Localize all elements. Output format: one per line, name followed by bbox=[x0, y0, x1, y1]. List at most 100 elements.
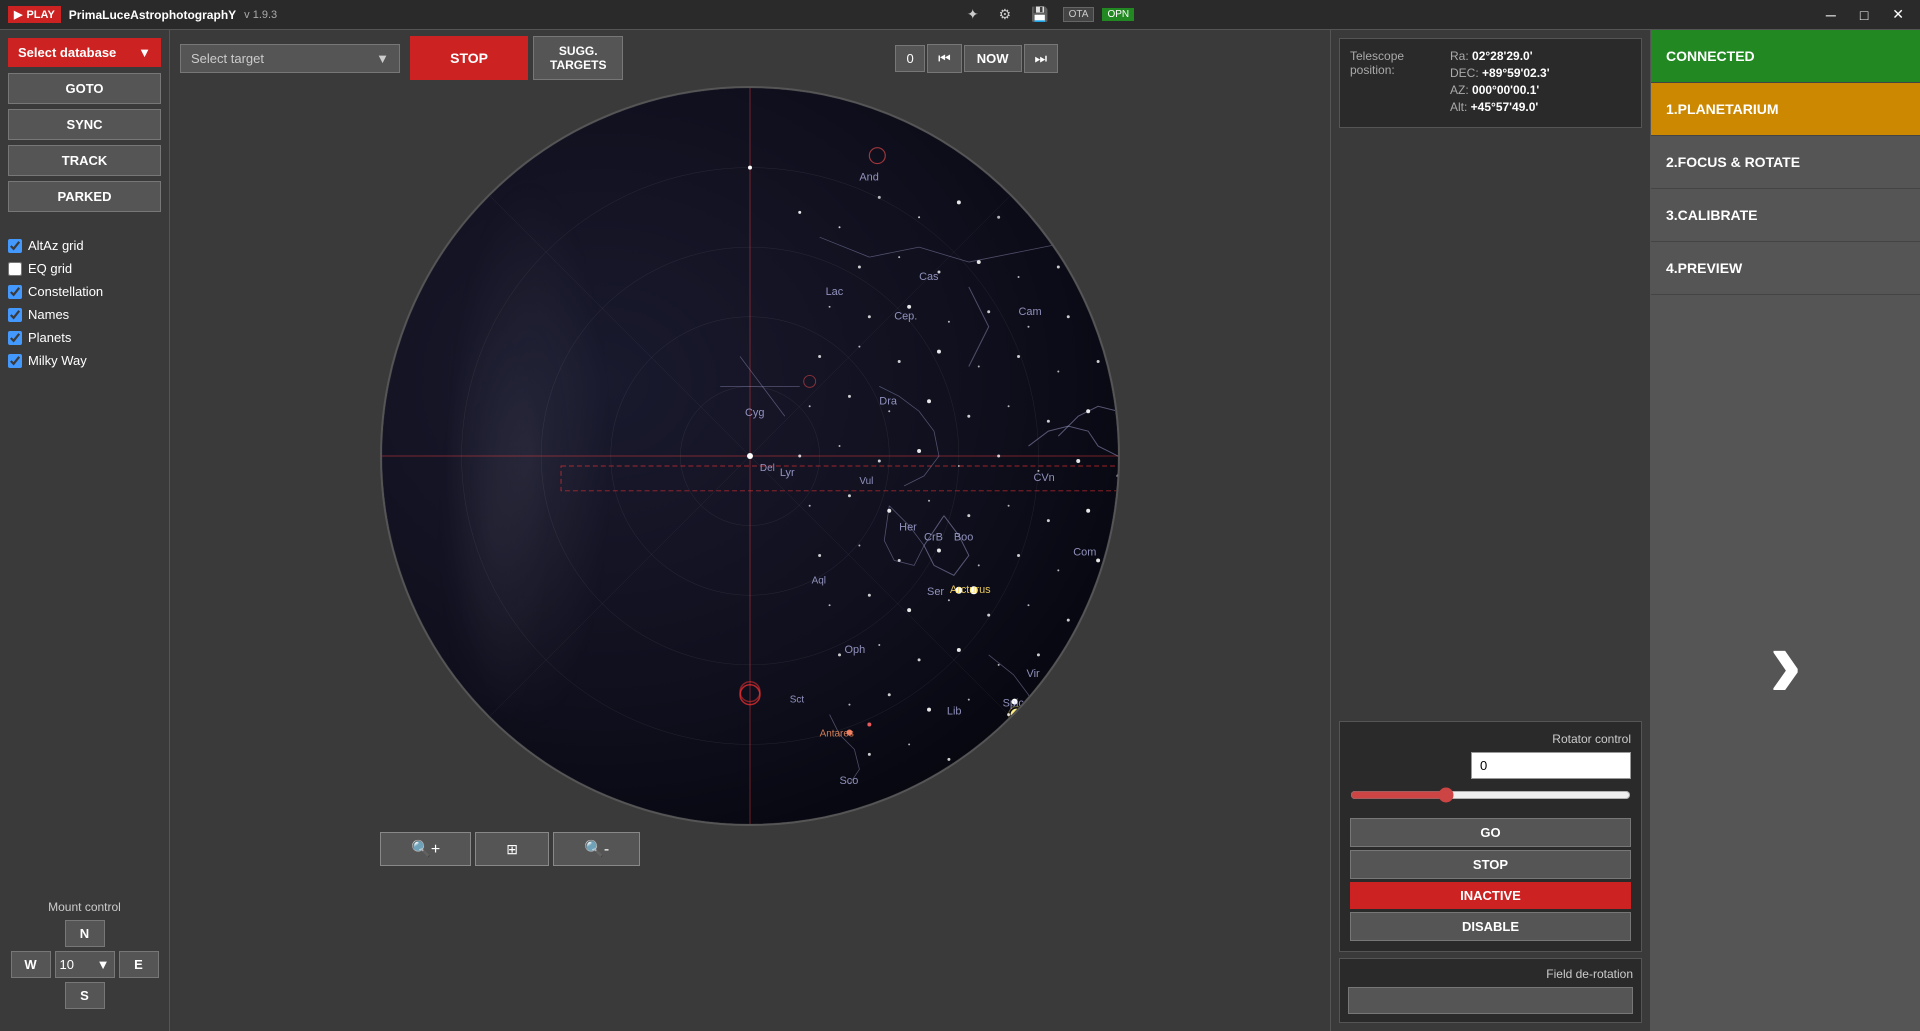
field-derotation: Field de-rotation 0°/sec bbox=[1339, 958, 1642, 1023]
parked-button[interactable]: PARKED bbox=[8, 181, 161, 212]
minimize-btn[interactable]: ─ bbox=[1818, 5, 1844, 25]
settings-icon-btn[interactable]: ⚙ bbox=[993, 4, 1018, 25]
svg-text:Sun: Sun bbox=[1116, 651, 1118, 663]
east-button[interactable]: E bbox=[119, 951, 159, 978]
focus-rotate-button[interactable]: 2.FOCUS & ROTATE bbox=[1651, 136, 1920, 189]
app-version: v 1.9.3 bbox=[244, 9, 277, 21]
alt-row: Alt: +45°57'49.0' bbox=[1450, 100, 1550, 114]
stop-button[interactable]: STOP bbox=[410, 36, 528, 80]
eq-grid-option[interactable]: EQ grid bbox=[8, 261, 161, 276]
svg-text:Venus: Venus bbox=[1004, 724, 1032, 735]
svg-text:Her: Her bbox=[899, 522, 917, 534]
rotator-inactive-button[interactable]: INACTIVE bbox=[1350, 882, 1631, 909]
speed-dropdown-icon[interactable]: ▼ bbox=[97, 957, 110, 972]
connected-button[interactable]: CONNECTED bbox=[1651, 30, 1920, 83]
svg-text:Lup: Lup bbox=[927, 785, 945, 797]
rotator-stop-button[interactable]: STOP bbox=[1350, 850, 1631, 879]
altaz-grid-checkbox[interactable] bbox=[8, 239, 22, 253]
svg-text:Cas: Cas bbox=[919, 271, 939, 283]
zoom-out-button[interactable]: 🔍- bbox=[553, 832, 640, 866]
planetarium-button[interactable]: 1.PLANETARIUM bbox=[1651, 83, 1920, 136]
sync-button[interactable]: SYNC bbox=[8, 109, 161, 140]
az-label: AZ: bbox=[1450, 83, 1472, 97]
action-buttons: GOTO SYNC TRACK PARKED bbox=[8, 73, 161, 212]
ota-badge: OTA bbox=[1063, 7, 1095, 22]
dropdown-arrow-icon: ▼ bbox=[138, 45, 151, 60]
select-database-label: Select database bbox=[18, 45, 116, 60]
main-layout: Select database ▼ GOTO SYNC TRACK PARKED… bbox=[0, 30, 1920, 1031]
maximize-btn[interactable]: □ bbox=[1852, 5, 1876, 25]
time-now-button[interactable]: NOW bbox=[964, 45, 1022, 72]
app-name: PrimaLuceAstrophotographY bbox=[69, 8, 236, 22]
planets-option[interactable]: Planets bbox=[8, 330, 161, 345]
ra-label: Ra: bbox=[1450, 49, 1472, 63]
goto-button[interactable]: GOTO bbox=[8, 73, 161, 104]
zoom-in-button[interactable]: 🔍+ bbox=[380, 832, 471, 866]
rotator-slider[interactable] bbox=[1350, 787, 1631, 803]
time-controls: 0 ⏮ NOW ⏭ bbox=[895, 44, 1058, 73]
svg-text:Aql: Aql bbox=[812, 575, 826, 586]
dec-row: DEC: +89°59'02.3' bbox=[1450, 66, 1550, 80]
west-button[interactable]: W bbox=[11, 951, 51, 978]
south-button[interactable]: S bbox=[65, 982, 105, 1009]
mount-control-title: Mount control bbox=[8, 900, 161, 914]
svg-text:And: And bbox=[859, 171, 878, 183]
rotator-control-title: Rotator control bbox=[1350, 732, 1631, 746]
field-derotation-value[interactable]: 0°/sec bbox=[1348, 987, 1633, 1014]
svg-text:Spica: Spica bbox=[1003, 698, 1031, 710]
svg-text:Boo: Boo bbox=[954, 532, 973, 544]
telescope-position-label: Telescopeposition: bbox=[1350, 49, 1450, 114]
telescope-position: Telescopeposition: Ra: 02°28'29.0' DEC: … bbox=[1339, 38, 1642, 128]
right-info-panel: Telescopeposition: Ra: 02°28'29.0' DEC: … bbox=[1330, 30, 1650, 1031]
target-selector[interactable]: Select target ▼ bbox=[180, 44, 400, 73]
names-option[interactable]: Names bbox=[8, 307, 161, 322]
close-btn[interactable]: ✕ bbox=[1884, 4, 1912, 25]
alt-label: Alt: bbox=[1450, 100, 1471, 114]
time-rewind-button[interactable]: ⏮ bbox=[927, 44, 962, 73]
milkyway-label: Milky Way bbox=[28, 353, 87, 368]
svg-text:Cam: Cam bbox=[1019, 306, 1042, 318]
quick-actions: STOP SUGG. TARGETS bbox=[410, 36, 623, 80]
mount-control: Mount control N W 10 ▼ E S bbox=[8, 900, 161, 1023]
rotator-control: Rotator control 0 GO STOP INACTIVE DISAB… bbox=[1339, 721, 1642, 952]
starmap-container[interactable]: And Per Aur Capella Cas Cam Cep. Lac Lyr… bbox=[380, 86, 1120, 826]
constellation-checkbox[interactable] bbox=[8, 285, 22, 299]
cursor-icon-btn[interactable]: ✦ bbox=[961, 4, 985, 25]
starmap[interactable]: And Per Aur Capella Cas Cam Cep. Lac Lyr… bbox=[380, 86, 1120, 826]
rotator-input[interactable]: 0 bbox=[1471, 752, 1631, 779]
svg-text:Vir: Vir bbox=[1026, 668, 1040, 680]
time-forward-button[interactable]: ⏭ bbox=[1024, 44, 1059, 73]
milkyway-option[interactable]: Milky Way bbox=[8, 353, 161, 368]
names-checkbox[interactable] bbox=[8, 308, 22, 322]
target-selector-text: Select target bbox=[191, 51, 264, 66]
svg-text:Oph: Oph bbox=[844, 644, 865, 656]
grid-circles bbox=[382, 88, 1118, 824]
eq-grid-checkbox[interactable] bbox=[8, 262, 22, 276]
alt-value: +45°57'49.0' bbox=[1471, 100, 1539, 114]
left-panel: Select database ▼ GOTO SYNC TRACK PARKED… bbox=[0, 30, 170, 1031]
planets-checkbox[interactable] bbox=[8, 331, 22, 345]
track-button[interactable]: TRACK bbox=[8, 145, 161, 176]
arrow-panel[interactable]: › bbox=[1651, 295, 1920, 1031]
rotator-go-button[interactable]: GO bbox=[1350, 818, 1631, 847]
milkyway-checkbox[interactable] bbox=[8, 354, 22, 368]
preview-button[interactable]: 4.PREVIEW bbox=[1651, 242, 1920, 295]
constellation-option[interactable]: Constellation bbox=[8, 284, 161, 299]
fit-button[interactable]: ⊞ bbox=[475, 832, 549, 866]
north-button[interactable]: N bbox=[65, 920, 105, 947]
svg-text:Capella: Capella bbox=[1078, 226, 1116, 238]
svg-text:Cen: Cen bbox=[1032, 797, 1052, 809]
select-database-button[interactable]: Select database ▼ bbox=[8, 38, 161, 67]
az-row: AZ: 000°00'00.1' bbox=[1450, 83, 1550, 97]
info-spacer bbox=[1339, 134, 1642, 715]
ra-row: Ra: 02°28'29.0' bbox=[1450, 49, 1550, 63]
save-icon-btn[interactable]: 💾 bbox=[1025, 4, 1054, 25]
svg-text:Sco: Sco bbox=[840, 775, 859, 787]
rotator-disable-button[interactable]: DISABLE bbox=[1350, 912, 1631, 941]
calibrate-button[interactable]: 3.CALIBRATE bbox=[1651, 189, 1920, 242]
svg-text:Lib: Lib bbox=[947, 706, 962, 718]
sugg-targets-button[interactable]: SUGG. TARGETS bbox=[533, 36, 623, 80]
altaz-grid-option[interactable]: AltAz grid bbox=[8, 238, 161, 253]
altaz-grid-label: AltAz grid bbox=[28, 238, 84, 253]
rotator-input-row: 0 bbox=[1350, 752, 1631, 779]
